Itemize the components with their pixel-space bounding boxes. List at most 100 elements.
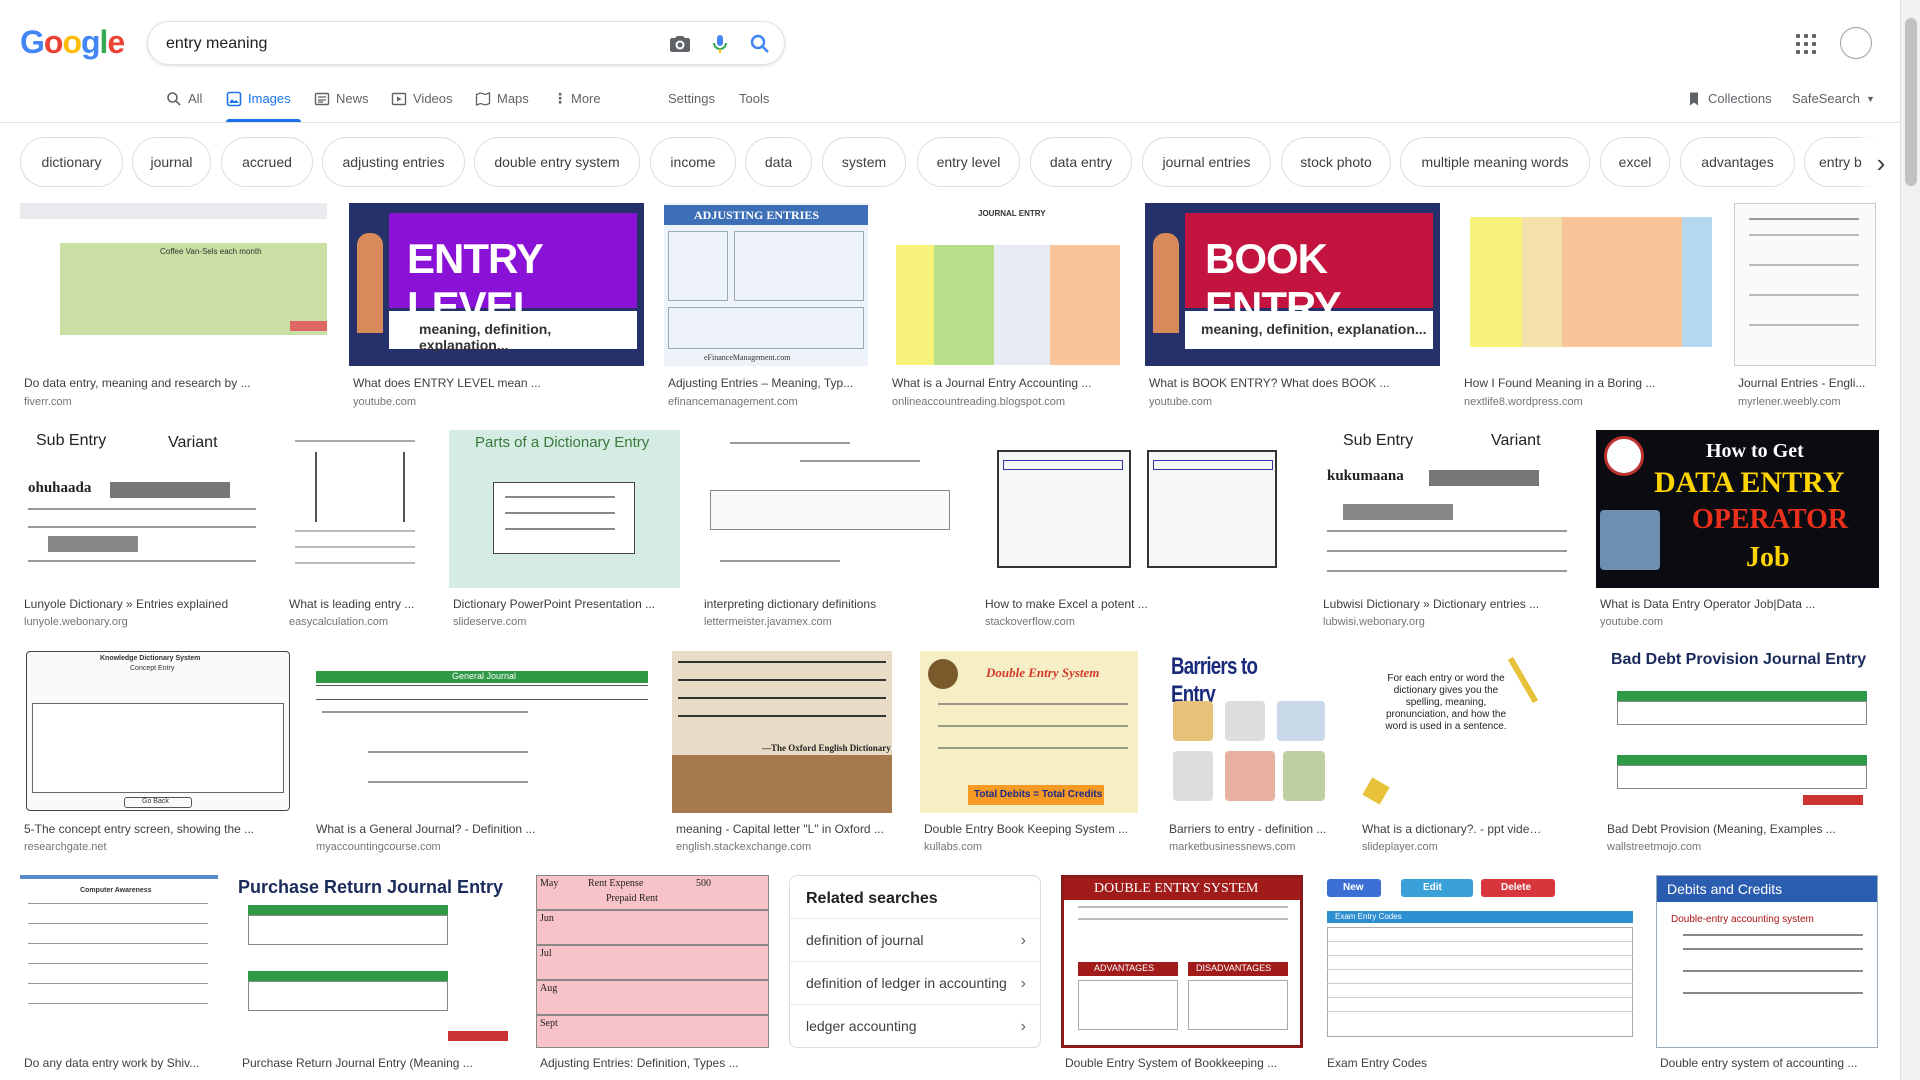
- result-caption[interactable]: Exam Entry Codes: [1327, 1056, 1627, 1070]
- scrollbar-thumb[interactable]: [1905, 18, 1917, 186]
- result-thumbnail[interactable]: Double Entry System Total Debits = Total…: [920, 651, 1138, 813]
- avatar[interactable]: [1840, 27, 1872, 59]
- result-source[interactable]: youtube.com: [1149, 396, 1212, 408]
- search-icon[interactable]: [748, 32, 772, 56]
- result-caption[interactable]: What is a dictionary?. - ppt video ...: [1362, 822, 1542, 836]
- result-caption[interactable]: Lubwisi Dictionary » Dictionary entries …: [1323, 597, 1573, 611]
- result-thumbnail[interactable]: Sub Entry Variant kukumaana: [1319, 430, 1576, 588]
- result-caption[interactable]: What is leading entry ...: [289, 597, 429, 611]
- result-caption[interactable]: Adjusting Entries – Meaning, Typ...: [668, 376, 868, 390]
- google-logo[interactable]: Google: [20, 24, 125, 61]
- result-source[interactable]: slideplayer.com: [1362, 841, 1438, 853]
- search-input[interactable]: [166, 33, 626, 55]
- chip[interactable]: double entry system: [474, 137, 640, 187]
- result-caption[interactable]: Barriers to entry - definition ...: [1169, 822, 1334, 836]
- safesearch-button[interactable]: SafeSearch ▼: [1792, 86, 1875, 122]
- tab-videos[interactable]: Videos: [391, 86, 453, 122]
- related-search-item[interactable]: definition of journal ›: [790, 918, 1040, 961]
- result-caption[interactable]: How to make Excel a potent ...: [985, 597, 1295, 611]
- result-source[interactable]: myrlener.weebly.com: [1738, 396, 1841, 408]
- page-scrollbar[interactable]: [1900, 0, 1920, 1080]
- search-box[interactable]: [147, 21, 785, 65]
- result-thumbnail[interactable]: For each entry or word the dictionary gi…: [1358, 651, 1542, 813]
- result-thumbnail[interactable]: Barriers to Entry: [1165, 651, 1333, 813]
- camera-icon[interactable]: [668, 32, 692, 56]
- result-source[interactable]: youtube.com: [353, 396, 416, 408]
- result-caption[interactable]: What is BOOK ENTRY? What does BOOK ...: [1149, 376, 1439, 390]
- result-caption[interactable]: Do any data entry work by Shiv...: [24, 1056, 219, 1070]
- result-caption[interactable]: Double Entry System of Bookkeeping ...: [1065, 1056, 1303, 1070]
- result-caption[interactable]: Bad Debt Provision (Meaning, Examples ..…: [1607, 822, 1877, 836]
- result-thumbnail[interactable]: [285, 430, 430, 588]
- chip[interactable]: entry level: [917, 137, 1020, 187]
- result-source[interactable]: onlineaccountreading.blogspot.com: [892, 396, 1065, 408]
- chip[interactable]: advantages: [1680, 137, 1795, 187]
- result-thumbnail[interactable]: BOOK ENTRY meaning, definition, explanat…: [1145, 203, 1440, 366]
- tab-more[interactable]: ⋮ More: [553, 86, 601, 122]
- result-source[interactable]: nextlife8.wordpress.com: [1464, 396, 1583, 408]
- result-thumbnail[interactable]: [1734, 203, 1876, 366]
- result-thumbnail[interactable]: Sub Entry Variant ohuhaada: [20, 430, 266, 588]
- related-search-item[interactable]: ledger accounting ›: [790, 1004, 1040, 1047]
- result-caption[interactable]: Do data entry, meaning and research by .…: [24, 376, 324, 390]
- result-caption[interactable]: Dictionary PowerPoint Presentation ...: [453, 597, 678, 611]
- chip[interactable]: data: [745, 137, 812, 187]
- result-source[interactable]: slideserve.com: [453, 616, 526, 628]
- result-source[interactable]: kullabs.com: [924, 841, 982, 853]
- chip[interactable]: journal: [132, 137, 211, 187]
- result-source[interactable]: stackoverflow.com: [985, 616, 1075, 628]
- tab-images[interactable]: Images: [226, 86, 301, 122]
- result-thumbnail[interactable]: —The Oxford English Dictionary: [672, 651, 892, 813]
- chip[interactable]: adjusting entries: [322, 137, 465, 187]
- chips-next-button[interactable]: ›: [1862, 137, 1900, 189]
- result-thumbnail[interactable]: ADJUSTING ENTRIES eFinanceManagement.com: [664, 203, 868, 366]
- result-thumbnail[interactable]: ENTRY LEVEL meaning, definition, explana…: [349, 203, 644, 366]
- microphone-icon[interactable]: [708, 32, 732, 56]
- result-thumbnail[interactable]: DOUBLE ENTRY SYSTEM ADVANTAGES DISADVANT…: [1061, 875, 1303, 1048]
- chip[interactable]: excel: [1600, 137, 1670, 187]
- result-thumbnail[interactable]: Purchase Return Journal Entry: [238, 875, 516, 1048]
- result-caption[interactable]: What is Data Entry Operator Job|Data ...: [1600, 597, 1875, 611]
- chip[interactable]: income: [650, 137, 736, 187]
- chip[interactable]: multiple meaning words: [1400, 137, 1590, 187]
- result-thumbnail[interactable]: Bad Debt Provision Journal Entry: [1603, 651, 1878, 813]
- result-caption[interactable]: Double entry system of accounting ...: [1660, 1056, 1878, 1070]
- chip[interactable]: data entry: [1030, 137, 1132, 187]
- result-caption[interactable]: What is a Journal Entry Accounting ...: [892, 376, 1122, 390]
- result-thumbnail[interactable]: Parts of a Dictionary Entry: [449, 430, 680, 588]
- result-source[interactable]: marketbusinessnews.com: [1169, 841, 1296, 853]
- result-caption[interactable]: Adjusting Entries: Definition, Types ...: [540, 1056, 768, 1070]
- result-thumbnail[interactable]: How to Get DATA ENTRY OPERATOR Job: [1596, 430, 1879, 588]
- related-search-item[interactable]: definition of ledger in accounting ›: [790, 961, 1040, 1004]
- result-caption[interactable]: What is a General Journal? - Definition …: [316, 822, 646, 836]
- result-source[interactable]: english.stackexchange.com: [676, 841, 811, 853]
- result-source[interactable]: researchgate.net: [24, 841, 107, 853]
- result-thumbnail[interactable]: Coffee Van-Sels each month: [20, 203, 327, 366]
- collections-button[interactable]: Collections: [1686, 86, 1772, 122]
- result-thumbnail[interactable]: Debits and Credits Double-entry accounti…: [1656, 875, 1878, 1048]
- result-thumbnail[interactable]: [700, 430, 961, 588]
- result-thumbnail[interactable]: Computer Awareness: [20, 875, 218, 1048]
- result-source[interactable]: efinancemanagement.com: [668, 396, 798, 408]
- result-caption[interactable]: 5-The concept entry screen, showing the …: [24, 822, 289, 836]
- result-thumbnail[interactable]: May Jun Jul Aug Sept Rent Expense Prepai…: [536, 875, 769, 1048]
- chip[interactable]: system: [822, 137, 906, 187]
- result-thumbnail[interactable]: New Edit Delete Exam Entry Codes: [1323, 875, 1637, 1048]
- result-source[interactable]: easycalculation.com: [289, 616, 388, 628]
- tab-all[interactable]: All: [166, 86, 202, 122]
- result-source[interactable]: wallstreetmojo.com: [1607, 841, 1701, 853]
- result-source[interactable]: youtube.com: [1600, 616, 1663, 628]
- apps-grid-icon[interactable]: [1796, 34, 1816, 54]
- result-source[interactable]: lubwisi.webonary.org: [1323, 616, 1425, 628]
- result-caption[interactable]: interpreting dictionary definitions: [704, 597, 959, 611]
- tab-news[interactable]: News: [314, 86, 369, 122]
- result-thumbnail[interactable]: [981, 430, 1299, 588]
- result-thumbnail[interactable]: Knowledge Dictionary System Concept Entr…: [20, 651, 292, 813]
- tab-settings[interactable]: Settings: [668, 86, 715, 122]
- result-source[interactable]: fiverr.com: [24, 396, 72, 408]
- result-caption[interactable]: What does ENTRY LEVEL mean ...: [353, 376, 643, 390]
- chip[interactable]: accrued: [221, 137, 313, 187]
- chip[interactable]: dictionary: [20, 137, 123, 187]
- result-source[interactable]: myaccountingcourse.com: [316, 841, 441, 853]
- result-caption[interactable]: meaning - Capital letter "L" in Oxford .…: [676, 822, 891, 836]
